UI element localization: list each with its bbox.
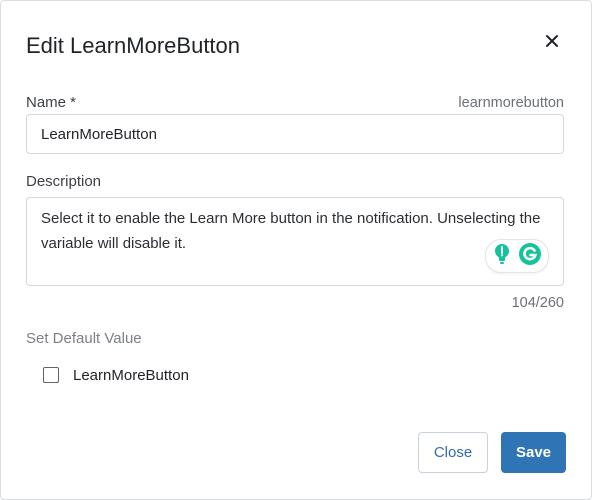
description-textarea[interactable]: Select it to enable the Learn More butto… [26,197,564,286]
name-input[interactable]: LearnMoreButton [26,114,564,154]
writing-assistant-widget[interactable] [485,239,549,273]
default-value-checkbox-row[interactable]: LearnMoreButton [43,365,189,385]
name-label: Name * [26,94,77,111]
default-value-label: Set Default Value [26,330,142,347]
description-label: Description [26,173,102,190]
close-button[interactable]: Close [418,432,488,473]
edit-variable-dialog: Edit LearnMoreButton Name * learnmorebut… [0,0,592,500]
grammarly-icon[interactable] [518,242,542,271]
dialog-title: Edit LearnMoreButton [26,33,241,58]
default-value-checkbox[interactable] [43,367,59,383]
lightbulb-icon[interactable] [492,243,512,270]
save-button[interactable]: Save [501,432,566,473]
character-counter: 104/260 [511,295,564,311]
name-key-hint: learnmorebutton [458,95,564,111]
checkbox-label[interactable]: LearnMoreButton [73,367,189,384]
close-icon[interactable] [542,31,562,51]
